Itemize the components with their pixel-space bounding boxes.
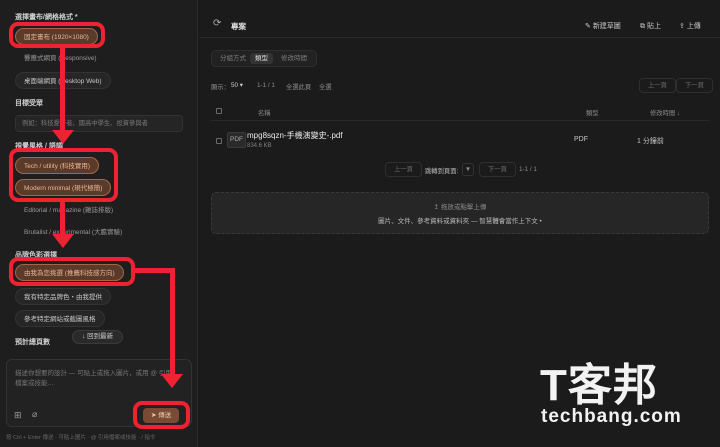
bottom-prev-page-button[interactable]: 上一頁 xyxy=(385,162,422,177)
column-name[interactable]: 名稱 xyxy=(258,108,271,117)
column-modified[interactable]: 修改時間 ↓ xyxy=(650,108,680,117)
view-tabs: 分組方式 類型 修改時間 xyxy=(211,50,317,67)
file-size: 834.6 KB xyxy=(247,143,272,149)
grid-icon[interactable]: ⊞ xyxy=(14,410,22,421)
composer-placeholder: 描述你想要的設計 — 可貼上或拖入圖片，或用 @ 引用檔案或技能… xyxy=(15,370,172,387)
annotation-line xyxy=(170,268,175,376)
annotation-arrow xyxy=(52,234,74,248)
pdf-file-icon: PDF xyxy=(227,132,246,148)
page-size-value: 50 xyxy=(231,82,239,89)
tab-group-by[interactable]: 分組方式 xyxy=(215,53,251,64)
back-to-latest-label: 回到最新 xyxy=(87,333,114,340)
attach-icon[interactable]: ⌀ xyxy=(32,409,37,420)
file-table-header: 名稱 類型 修改時間 ↓ xyxy=(211,101,709,121)
composer-footnote: 按 Ctrl + Enter 傳送 · 可貼上圖片 · @ 引用檔案或技能 · … xyxy=(6,435,156,441)
section-pages-title: 預計總頁數 xyxy=(15,339,50,346)
select-all-button[interactable]: 全選 xyxy=(319,82,332,91)
audience-input[interactable]: 例如：科技愛好者、國高中學生、投資參與者 xyxy=(15,115,183,132)
column-type[interactable]: 類型 xyxy=(586,108,599,117)
dropzone-title: ↥ 拖放或點擊上傳 xyxy=(212,201,708,211)
bottom-next-page-button[interactable]: 下一頁 xyxy=(479,162,516,177)
filter-icon[interactable]: ▼ xyxy=(462,163,474,176)
select-all-page-button[interactable]: 全選此頁 xyxy=(286,82,311,91)
annotation-box-style xyxy=(9,148,118,202)
style-option-editorial[interactable]: Editorial / magazine (雜誌排版) xyxy=(24,202,121,219)
paste-button[interactable]: ⧉ 貼上 xyxy=(640,21,661,31)
color-option-reference[interactable]: 參考特定網站或截圖風格 xyxy=(15,310,105,327)
annotation-box-color xyxy=(9,257,135,286)
page-title: 專案 xyxy=(231,22,246,31)
refresh-icon[interactable]: ⟳ xyxy=(213,18,221,29)
tab-modified[interactable]: 修改時間 xyxy=(276,53,312,64)
annotation-line xyxy=(60,201,65,236)
back-to-latest-button[interactable]: ↓ 回到最新 xyxy=(72,330,124,344)
upload-dropzone[interactable]: ↥ 拖放或點擊上傳 圖片、文件、參考資料或資料夾 — 智慧體會當作上下文 • xyxy=(211,192,709,234)
tab-type[interactable]: 類型 xyxy=(250,53,273,64)
style-option-brutalist[interactable]: Brutalist / experimental (大膽實驗) xyxy=(24,224,130,241)
upload-icon: ⇪ xyxy=(679,23,687,30)
annotation-box-send xyxy=(133,401,190,429)
select-all-checkbox[interactable] xyxy=(216,108,222,114)
annotation-line xyxy=(60,47,65,132)
range-text: 1-1 / 1 xyxy=(257,82,275,89)
annotation-box-canvas xyxy=(9,22,105,48)
annotation-arrow xyxy=(161,374,183,388)
new-sketch-label: 新建草圖 xyxy=(592,23,621,30)
section-canvas-title: 選擇畫布/網格格式 * xyxy=(15,14,78,21)
annotation-arrow xyxy=(52,130,74,144)
color-option-brand[interactable]: 我有特定品牌色・由我提供 xyxy=(15,288,111,305)
upload-button[interactable]: ⇪ 上傳 xyxy=(679,21,701,31)
project-header: ⟳ 專案 ✎ 新建草圖 ⧉ 貼上 ⇪ 上傳 xyxy=(199,0,720,38)
prev-page-button[interactable]: 上一頁 xyxy=(639,78,676,93)
display-label: 顯示： xyxy=(211,84,230,91)
table-row[interactable]: PDF mpg8sqzn-手機演變史-.pdf 834.6 KB PDF 1 分… xyxy=(211,124,709,160)
techbang-logo: T客邦 xyxy=(540,361,658,410)
jump-to-page-label: 跳轉到頁面: xyxy=(425,168,459,175)
file-type: PDF xyxy=(574,136,588,143)
next-page-button[interactable]: 下一頁 xyxy=(676,78,713,93)
upload-arrow-icon: ↥ xyxy=(433,204,441,211)
dropzone-hint: 圖片、文件、參考資料或資料夾 — 智慧體會當作上下文 • xyxy=(378,218,542,225)
bottom-page-info: 1-1 / 1 xyxy=(519,166,537,173)
copy-icon: ⧉ xyxy=(640,23,647,30)
upload-label: 上傳 xyxy=(686,23,701,30)
annotation-line xyxy=(134,268,174,273)
file-name[interactable]: mpg8sqzn-手機演變史-.pdf xyxy=(247,130,343,141)
section-audience-title: 目標受眾 xyxy=(15,100,43,107)
new-sketch-button[interactable]: ✎ 新建草圖 xyxy=(585,21,621,31)
techbang-url: techbang.com xyxy=(541,406,682,427)
chevron-down-icon: ▾ xyxy=(238,82,243,89)
edit-icon: ✎ xyxy=(585,23,593,30)
file-modified: 1 分鐘前 xyxy=(637,138,664,145)
paste-label: 貼上 xyxy=(646,23,661,30)
dropzone-title-text: 拖放或點擊上傳 xyxy=(440,204,487,211)
row-checkbox[interactable] xyxy=(216,138,222,144)
page-size-select[interactable]: 50 ▾ xyxy=(231,82,243,89)
